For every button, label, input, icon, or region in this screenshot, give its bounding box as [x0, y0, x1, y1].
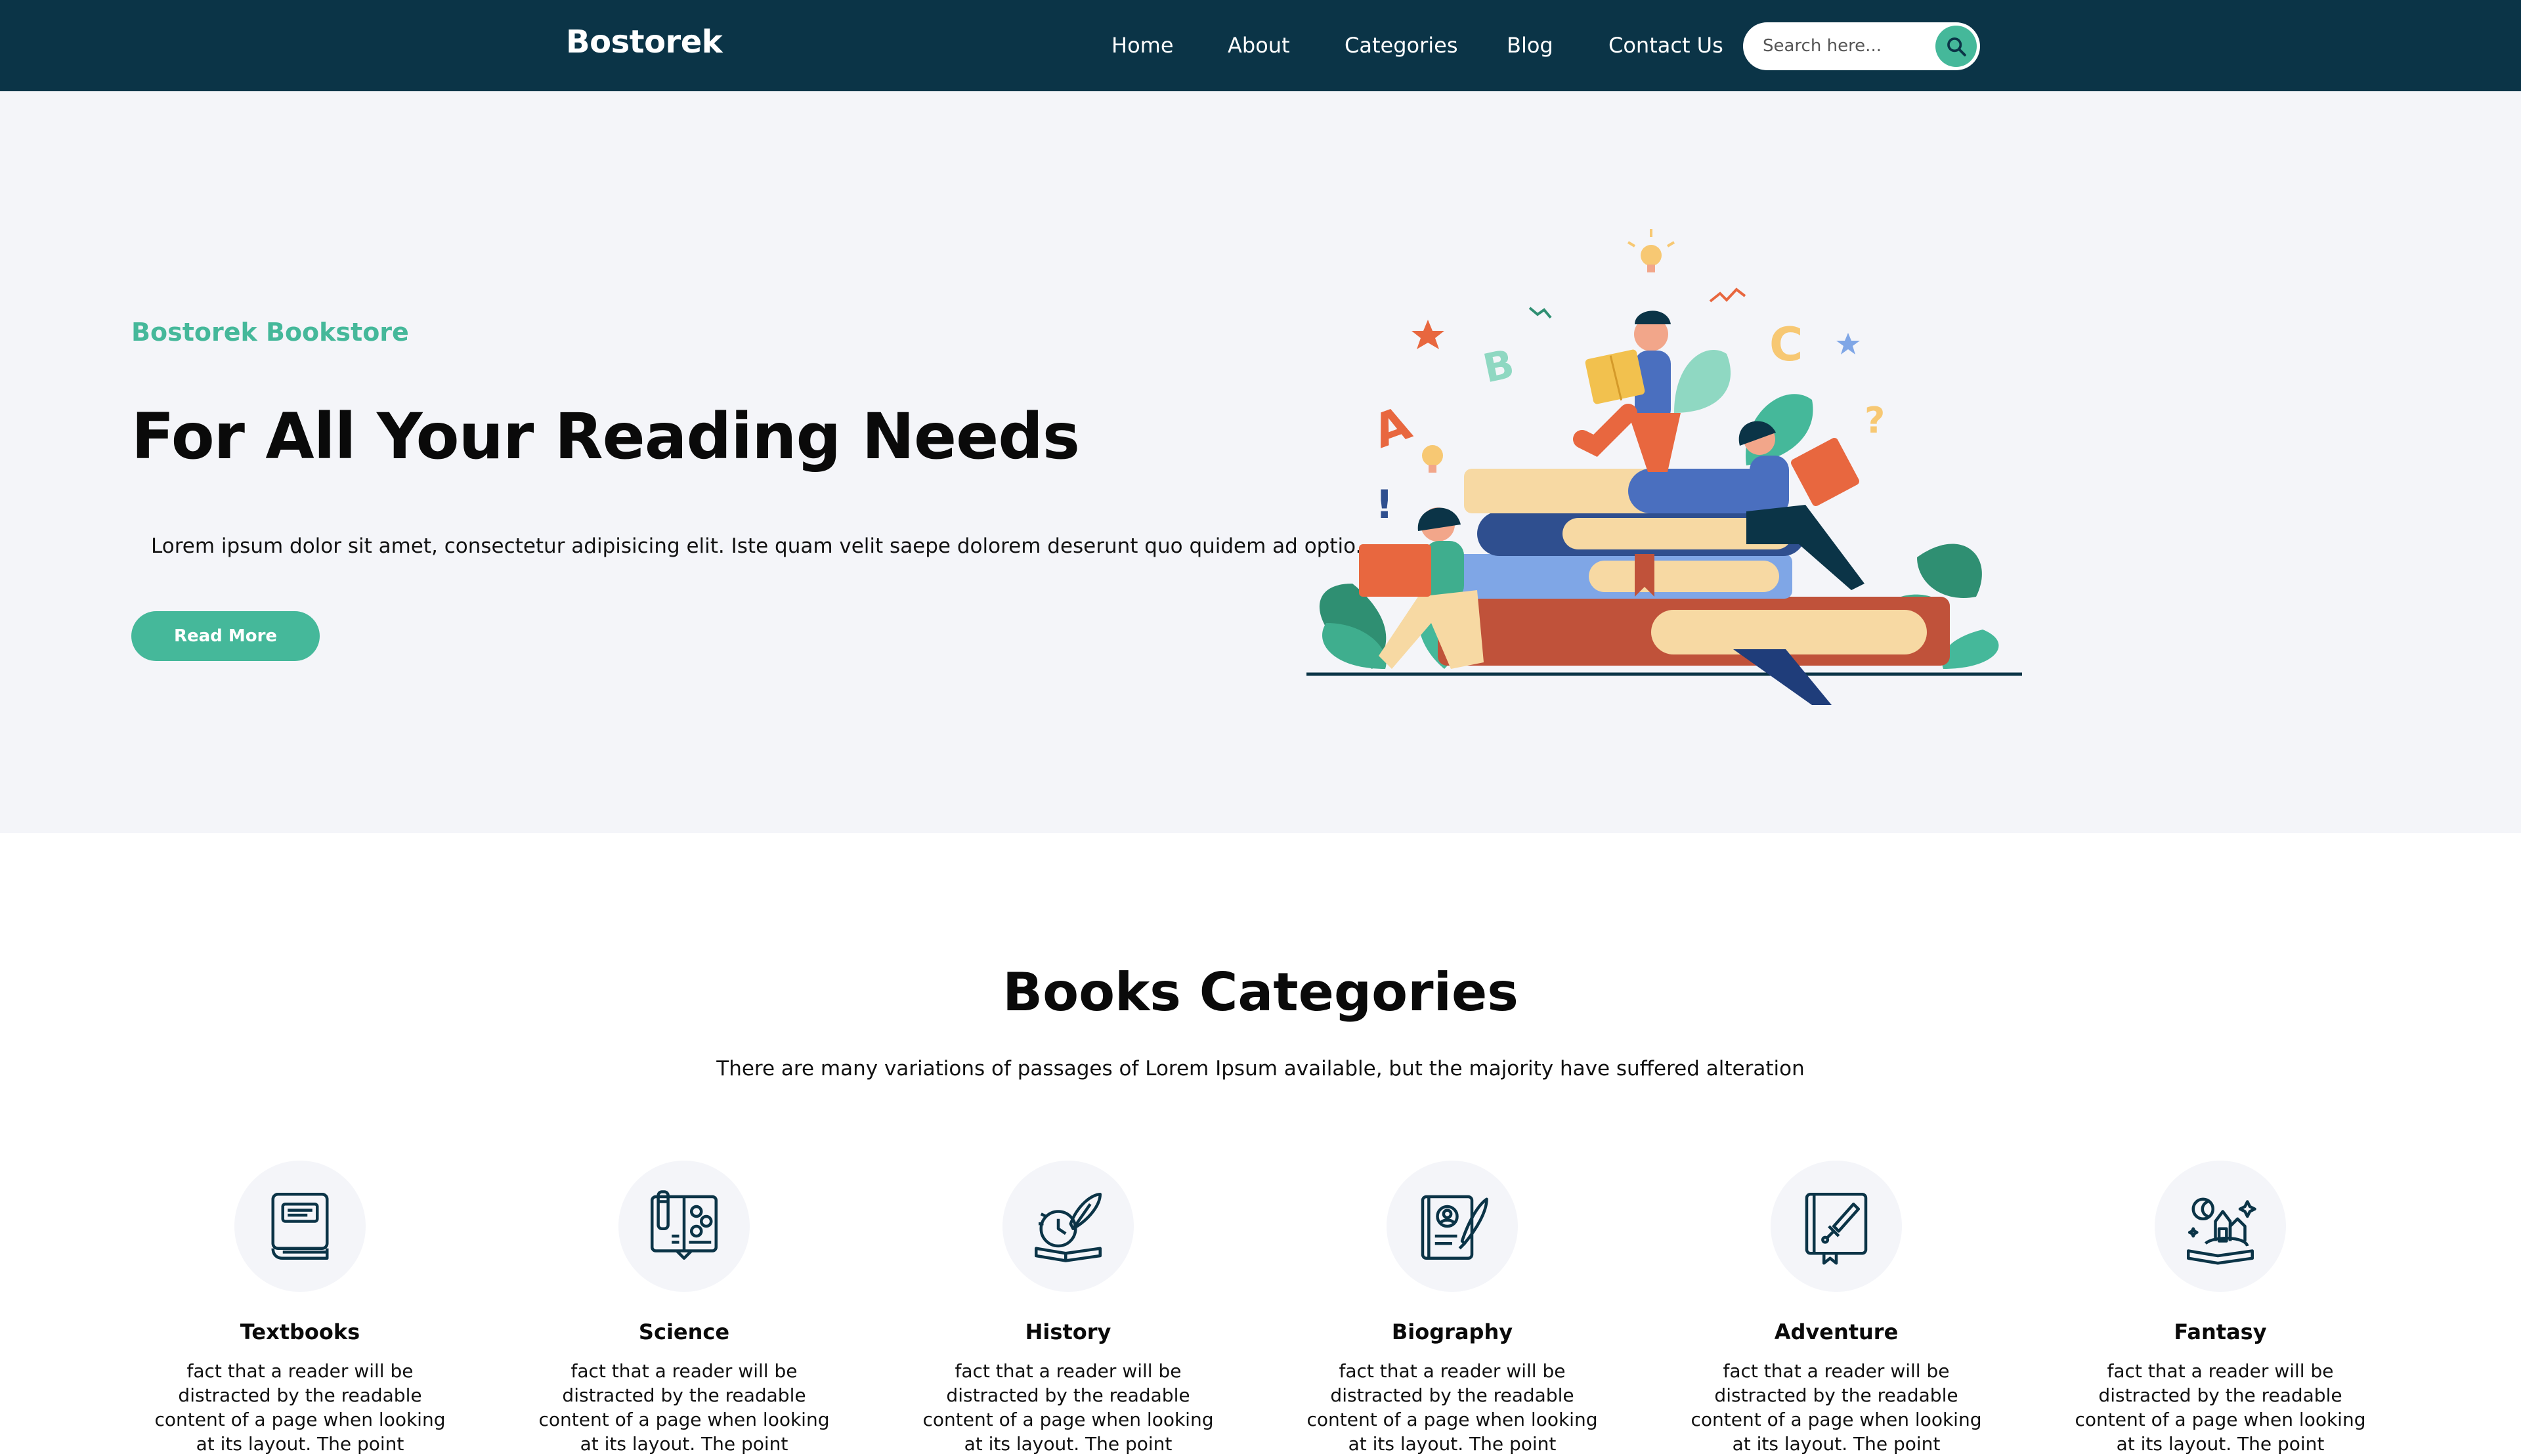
hero-text: Lorem ipsum dolor sit amet, consectetur …	[151, 534, 1362, 558]
category-icon-wrap	[1771, 1161, 1902, 1292]
category-name: Science	[638, 1319, 730, 1344]
search-icon	[1947, 37, 1966, 56]
category-name: History	[1025, 1319, 1111, 1344]
category-description: fact that a reader will be distracted by…	[538, 1360, 830, 1455]
category-description: fact that a reader will be distracted by…	[1306, 1360, 1598, 1455]
category-card-science[interactable]: Science fact that a reader will be distr…	[520, 1161, 848, 1455]
hero-title: For All Your Reading Needs	[131, 400, 1080, 473]
hero-illustration: A B C ? !	[1306, 229, 2022, 705]
category-description: fact that a reader will be distracted by…	[2075, 1360, 2366, 1455]
hero-kicker: Bostorek Bookstore	[131, 318, 409, 347]
category-card-biography[interactable]: Biography fact that a reader will be dis…	[1288, 1161, 1616, 1455]
search-box	[1743, 22, 1980, 70]
category-description: fact that a reader will be distracted by…	[1691, 1360, 1982, 1455]
category-card-textbooks[interactable]: Textbooks fact that a reader will be dis…	[136, 1161, 464, 1455]
adventure-icon	[1805, 1193, 1868, 1265]
category-icon-wrap	[1387, 1161, 1518, 1292]
nav-link-categories[interactable]: Categories	[1345, 33, 1457, 58]
illustration-question-mark: ?	[1864, 400, 1885, 441]
category-name: Textbooks	[240, 1319, 360, 1344]
category-icon-wrap	[618, 1161, 750, 1292]
category-card-fantasy[interactable]: Fantasy fact that a reader will be distr…	[2056, 1161, 2384, 1455]
category-card-adventure[interactable]: Adventure fact that a reader will be dis…	[1672, 1161, 2000, 1455]
nav-link-contact[interactable]: Contact Us	[1608, 33, 1723, 58]
illustration-letter-c: C	[1769, 318, 1803, 372]
science-icon	[651, 1190, 718, 1260]
brand-logo[interactable]: Bostorek	[566, 24, 723, 60]
category-description: fact that a reader will be distracted by…	[922, 1360, 1214, 1455]
history-icon	[1035, 1193, 1102, 1262]
nav-link-blog[interactable]: Blog	[1507, 33, 1553, 58]
category-name: Biography	[1391, 1319, 1513, 1344]
categories-title: Books Categories	[1002, 962, 1519, 1023]
illustration-exclamation-mark: !	[1375, 482, 1393, 528]
category-icon-wrap	[2155, 1161, 2286, 1292]
hero-section: Bostorek Bookstore For All Your Reading …	[0, 91, 2521, 833]
categories-subtitle: There are many variations of passages of…	[716, 1057, 1805, 1081]
category-card-history[interactable]: History fact that a reader will be distr…	[904, 1161, 1232, 1455]
biography-icon	[1421, 1195, 1488, 1260]
search-button[interactable]	[1935, 26, 1977, 67]
category-description: fact that a reader will be distracted by…	[154, 1360, 446, 1455]
navbar: Bostorek Home About Categories Blog Cont…	[0, 0, 2521, 91]
illustration-letter-a: A	[1366, 396, 1418, 459]
textbook-icon	[271, 1193, 329, 1260]
read-more-button[interactable]: Read More	[131, 611, 320, 661]
search-input[interactable]	[1763, 32, 1924, 60]
category-name: Fantasy	[2174, 1319, 2267, 1344]
category-icon-wrap	[1002, 1161, 1134, 1292]
category-name: Adventure	[1774, 1319, 1899, 1344]
fantasy-icon	[2187, 1197, 2256, 1265]
category-icon-wrap	[234, 1161, 366, 1292]
nav-link-about[interactable]: About	[1228, 33, 1290, 58]
nav-link-home[interactable]: Home	[1111, 33, 1174, 58]
illustration-letter-b: B	[1479, 341, 1518, 392]
